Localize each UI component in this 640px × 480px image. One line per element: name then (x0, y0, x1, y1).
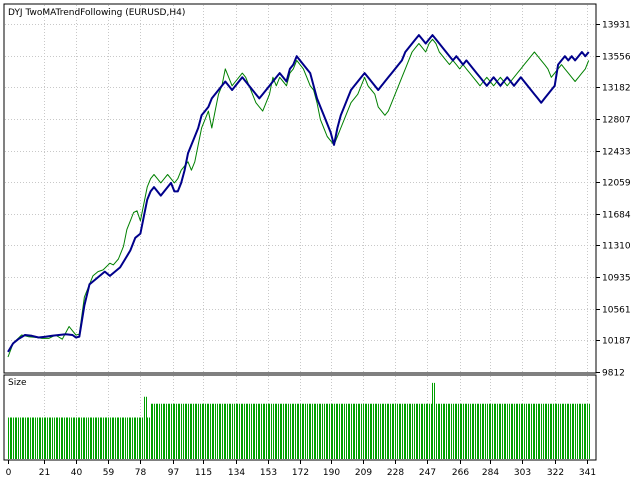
x-tick-label: 209 (355, 468, 372, 478)
x-tick-label: 134 (228, 468, 245, 478)
x-tick-label: 97 (168, 468, 179, 478)
y-tick-label: 13182 (602, 84, 631, 94)
chart-title: DYJ TwoMATrendFollowing (EURUSD,H4) (8, 8, 185, 18)
y-tick-label: 10561 (602, 306, 631, 316)
x-tick-label: 40 (71, 468, 83, 478)
x-tick-label: 153 (260, 468, 277, 478)
x-tick-label: 341 (579, 468, 596, 478)
chart-svg: DYJ TwoMATrendFollowing (EURUSD,H4) 1393… (3, 3, 631, 478)
y-tick-label: 11310 (602, 242, 631, 252)
y-tick-label: 12807 (602, 116, 631, 126)
x-tick-label: 284 (482, 468, 499, 478)
y-tick-label: 10935 (602, 274, 631, 284)
x-tick-label: 59 (103, 468, 115, 478)
y-tick-label: 13931 (602, 21, 631, 31)
x-tick-label: 247 (419, 468, 436, 478)
x-tick-label: 303 (514, 468, 531, 478)
x-tick-label: 172 (292, 468, 309, 478)
x-tick-label: 0 (6, 468, 12, 478)
x-tick-label: 190 (323, 468, 340, 478)
y-tick-label: 12433 (602, 148, 631, 158)
x-tick-label: 228 (387, 468, 404, 478)
x-tick-label: 78 (135, 468, 147, 478)
x-tick-label: 115 (195, 468, 212, 478)
y-tick-label: 12059 (602, 179, 631, 189)
chart-canvas: DYJ TwoMATrendFollowing (EURUSD,H4) 1393… (0, 0, 640, 480)
x-axis-ticks: 0 21 40 59 78 97 115 134 153 172 190 209 228 247 266 28… (6, 460, 596, 478)
x-tick-label: 322 (547, 468, 564, 478)
y-tick-label: 9812 (602, 369, 625, 379)
x-tick-label: 266 (452, 468, 469, 478)
y-axis-ticks: 13931 13556 13182 12807 12433 12059 11684 11310… (596, 21, 631, 379)
x-tick-label: 21 (39, 468, 50, 478)
y-tick-label: 11684 (602, 211, 631, 221)
size-panel-title: Size (8, 378, 27, 388)
y-tick-label: 13556 (602, 53, 631, 63)
y-tick-label: 10187 (602, 337, 631, 347)
